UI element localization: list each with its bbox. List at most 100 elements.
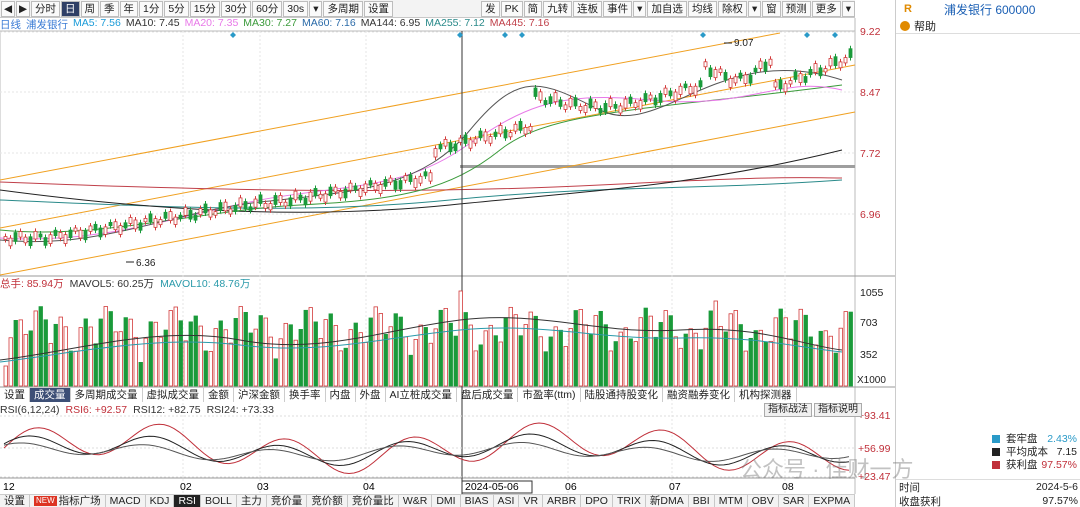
candle-body bbox=[728, 78, 733, 88]
candle-body bbox=[273, 195, 278, 205]
event-marker-diamond[interactable] bbox=[700, 32, 706, 38]
bottom-tab-4[interactable]: RSI bbox=[174, 495, 201, 507]
event-marker-diamond[interactable] bbox=[519, 32, 525, 38]
candle-body bbox=[18, 231, 23, 238]
kline-chart-canvas[interactable]: 9.07 6.36 9.22 8.47 7.72 6.96 1055 703 3… bbox=[0, 0, 895, 494]
volume-bar bbox=[698, 349, 703, 387]
volume-bar bbox=[278, 338, 283, 387]
bottom-tab-label: 设置 bbox=[4, 495, 25, 507]
bottom-tab-label: ARBR bbox=[547, 495, 577, 507]
indicator-tab-6[interactable]: 换手率 bbox=[285, 388, 326, 402]
trend-channel bbox=[0, 32, 856, 276]
event-marker-diamond[interactable] bbox=[832, 32, 838, 38]
volume-bar bbox=[543, 351, 548, 387]
candle-body bbox=[98, 227, 103, 238]
candle-body bbox=[23, 236, 28, 244]
bottom-tab-19[interactable]: BBI bbox=[689, 495, 715, 507]
volume-bar bbox=[723, 331, 728, 387]
bottom-tab-20[interactable]: MTM bbox=[715, 495, 748, 507]
volume-bar bbox=[488, 324, 493, 387]
bottom-tab-12[interactable]: BIAS bbox=[461, 495, 494, 507]
candle-body bbox=[848, 48, 853, 58]
bottom-tab-14[interactable]: VR bbox=[519, 495, 544, 507]
bottom-tab-16[interactable]: DPO bbox=[581, 495, 613, 507]
bottom-tab-17[interactable]: TRIX bbox=[613, 495, 646, 507]
rsi-legend: RSI(6,12,24) RSI6: +92.57 RSI12: +82.75 RSI… bbox=[0, 404, 280, 417]
event-marker-diamond[interactable] bbox=[804, 32, 810, 38]
bottom-tab-13[interactable]: ASI bbox=[494, 495, 520, 507]
indicator-help-button[interactable]: 指标说明 bbox=[814, 403, 862, 417]
bottom-tab-8[interactable]: 竞价额 bbox=[307, 495, 348, 507]
indicator-tab-5[interactable]: 沪深金额 bbox=[234, 388, 285, 402]
bottom-tab-7[interactable]: 竞价量 bbox=[267, 495, 308, 507]
bottom-tab-label: VR bbox=[523, 495, 539, 507]
volume-bar bbox=[538, 336, 543, 387]
bottom-tab-15[interactable]: ARBR bbox=[543, 495, 582, 507]
candle-body bbox=[613, 103, 618, 109]
bottom-tab-label: EXPMA bbox=[813, 495, 851, 507]
volume-bar bbox=[383, 333, 388, 387]
volume-bar bbox=[283, 322, 288, 387]
bottom-tab-6[interactable]: 主力 bbox=[237, 495, 267, 507]
candle-body bbox=[518, 120, 523, 131]
volume-tick-3: 352 bbox=[860, 349, 878, 361]
price-tick-2: 8.47 bbox=[860, 87, 881, 99]
bottom-tab-0[interactable]: 设置 bbox=[0, 495, 30, 507]
rsi-legend-item-1: RSI6: +92.57 bbox=[65, 404, 128, 416]
stock-name-code[interactable]: 浦发银行 600000 bbox=[944, 1, 1035, 18]
bottom-tab-11[interactable]: DMI bbox=[432, 495, 461, 507]
candle-body bbox=[163, 211, 168, 219]
bottom-tab-23[interactable]: EXPMA bbox=[809, 495, 856, 507]
event-marker-diamond[interactable] bbox=[230, 32, 236, 38]
indicator-tab-8[interactable]: 外盘 bbox=[356, 388, 386, 402]
indicator-tab-14[interactable]: 机构探测器 bbox=[735, 388, 797, 402]
bottom-tab-label: TRIX bbox=[616, 495, 641, 507]
volume-bar bbox=[598, 310, 603, 387]
bottom-tab-10[interactable]: W&R bbox=[399, 495, 433, 507]
candle-body bbox=[633, 102, 638, 108]
bottom-tab-9[interactable]: 竞价量比 bbox=[348, 495, 399, 507]
bottom-tab-18[interactable]: 新DMA bbox=[646, 495, 689, 507]
bottom-tab-5[interactable]: BOLL bbox=[201, 495, 237, 507]
date-label-12: 12 bbox=[3, 481, 15, 493]
volume-bar bbox=[298, 328, 303, 387]
bottom-tab-1[interactable]: NEW 指标广场 bbox=[30, 495, 106, 507]
indicator-tab-3[interactable]: 虚拟成交量 bbox=[143, 388, 204, 402]
bottom-tab-21[interactable]: OBV bbox=[748, 495, 779, 507]
candle-body bbox=[598, 108, 603, 114]
indicator-tab-2[interactable]: 多周期成交量 bbox=[71, 388, 143, 402]
bottom-tab-3[interactable]: KDJ bbox=[146, 495, 175, 507]
indicator-tab-13[interactable]: 融资融券变化 bbox=[663, 388, 735, 402]
indicator-tab-4[interactable]: 金额 bbox=[204, 388, 234, 402]
candle-body bbox=[3, 236, 8, 240]
event-marker-diamond[interactable] bbox=[502, 32, 508, 38]
candle-body bbox=[528, 125, 533, 132]
indicator-tab-10[interactable]: 盘后成交量 bbox=[457, 388, 519, 402]
candle-body bbox=[588, 98, 593, 109]
volume-bar bbox=[183, 340, 188, 387]
volume-bar bbox=[803, 314, 808, 387]
indicator-tab-11[interactable]: 市盈率(ttm) bbox=[518, 388, 581, 402]
volume-bar bbox=[473, 350, 478, 387]
help-row[interactable]: 帮助 bbox=[896, 18, 1080, 34]
volume-bar bbox=[163, 329, 168, 387]
indicator-tab-0[interactable]: 设置 bbox=[0, 388, 30, 402]
volume-bar bbox=[98, 318, 103, 387]
candle-body bbox=[58, 232, 63, 239]
bottom-tab-2[interactable]: MACD bbox=[106, 495, 146, 507]
indicator-tab-7[interactable]: 内盘 bbox=[326, 388, 356, 402]
volume-bar bbox=[113, 331, 118, 387]
candle-body bbox=[218, 202, 223, 212]
volume-bar bbox=[168, 310, 173, 387]
indicator-strategy-button[interactable]: 指标战法 bbox=[764, 403, 812, 417]
bottom-tab-22[interactable]: SAR bbox=[779, 495, 810, 507]
candle-body bbox=[68, 229, 73, 239]
indicator-tab-12[interactable]: 陆股通持股变化 bbox=[581, 388, 663, 402]
candle-body bbox=[393, 180, 398, 190]
volume-bar bbox=[758, 329, 763, 387]
volume-bar bbox=[483, 330, 488, 387]
indicator-tab-1[interactable]: 成交量 bbox=[30, 388, 71, 402]
candle-body bbox=[713, 69, 718, 79]
footer-row-profit: 收盘获利 97.57% bbox=[899, 495, 1078, 507]
indicator-tab-9[interactable]: AI立桩成交量 bbox=[386, 388, 457, 402]
